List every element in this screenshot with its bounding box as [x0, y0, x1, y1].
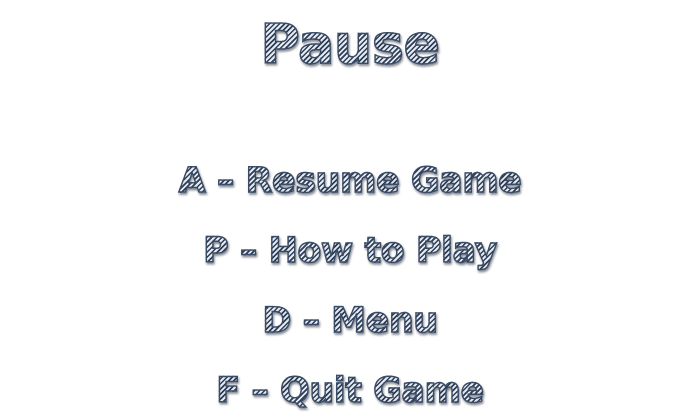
quit-game-option[interactable]: F – Quit Game	[0, 369, 700, 413]
pause-screen: Pause A – Resume Game P – How to Play D …	[0, 0, 700, 420]
resume-game-option[interactable]: A – Resume Game	[0, 159, 700, 203]
pause-title: Pause	[0, 12, 700, 78]
menu-option[interactable]: D – Menu	[0, 299, 700, 343]
how-to-play-option[interactable]: P – How to Play	[0, 229, 700, 273]
